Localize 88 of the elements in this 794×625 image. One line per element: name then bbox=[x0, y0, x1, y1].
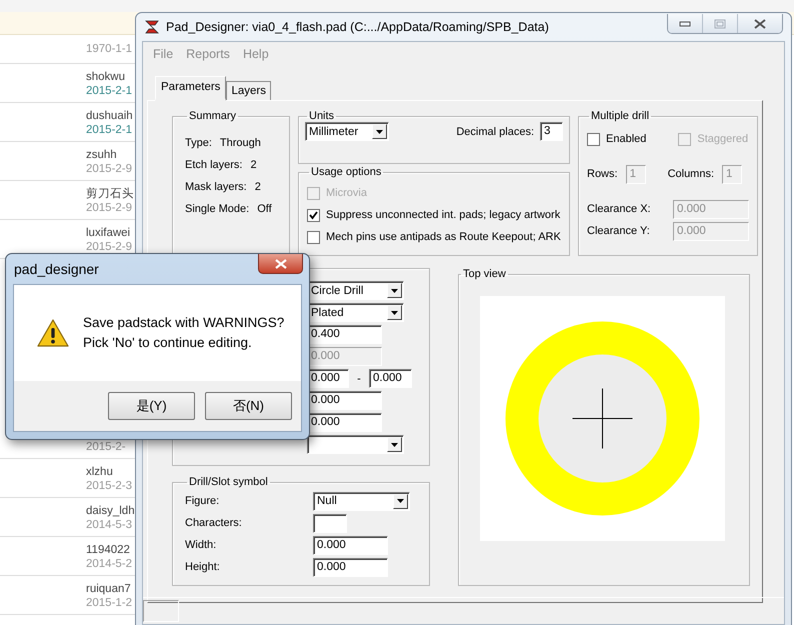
field-label: Clearance X: bbox=[587, 203, 652, 215]
checkbox-label: Suppress unconnected int. pads; legacy artwork bbox=[326, 209, 560, 221]
caret-icon bbox=[391, 310, 398, 314]
caret-icon bbox=[391, 288, 398, 292]
field-label: Height: bbox=[185, 561, 221, 573]
input-field[interactable]: 0.000 bbox=[313, 536, 388, 554]
field-label: Rows: bbox=[587, 168, 618, 180]
summary-value: Through bbox=[220, 137, 261, 149]
input-field[interactable]: 0.000 bbox=[369, 369, 412, 388]
window-title: Pad_Designer: via0_4_flash.pad (C:.../AppData/Roaming/SPB_Data) bbox=[166, 20, 549, 34]
close-icon bbox=[754, 18, 766, 28]
dropdown[interactable] bbox=[307, 435, 404, 454]
checkbox-label: Mech pins use antipads as Route Keepout; ARK bbox=[326, 231, 561, 243]
dropdown[interactable]: Null bbox=[313, 492, 410, 510]
user-name[interactable]: 剪刀石头 bbox=[86, 188, 134, 200]
dropdown[interactable]: Circle Drill bbox=[307, 281, 404, 300]
user-name[interactable]: shokwu bbox=[86, 71, 125, 83]
summary-value: Off bbox=[257, 203, 272, 215]
input-field[interactable] bbox=[313, 514, 347, 532]
summary-value: 2 bbox=[254, 181, 261, 193]
field-label: Characters: bbox=[185, 517, 243, 529]
summary-label: Etch layers: bbox=[185, 159, 242, 171]
minimize-icon bbox=[679, 20, 691, 26]
post-date: 2015-2-9 bbox=[86, 162, 134, 176]
minimize-button[interactable] bbox=[668, 14, 702, 33]
post-date: 2015-2-1 bbox=[86, 84, 134, 98]
field-label: Columns: bbox=[668, 168, 714, 180]
caret-icon bbox=[376, 130, 383, 134]
group-title: Units bbox=[308, 110, 336, 122]
user-name[interactable]: luxifawei bbox=[86, 227, 130, 239]
group-title: Top view bbox=[462, 268, 507, 280]
group-title: Drill/Slot symbol bbox=[188, 476, 269, 488]
checkbox-label: Microvia bbox=[326, 187, 367, 199]
dialog-button[interactable]: 是(Y) bbox=[108, 392, 195, 420]
post-date: 2014-5-3 bbox=[86, 518, 134, 532]
caret-icon bbox=[397, 499, 404, 503]
group-title: Summary bbox=[188, 110, 238, 122]
dialog-message: Save padstack with WARNINGS? bbox=[83, 314, 284, 332]
user-name[interactable]: xlzhu bbox=[86, 466, 113, 478]
field-label: Clearance Y: bbox=[587, 225, 651, 237]
summary-label: Single Mode: bbox=[185, 203, 250, 215]
range-separator: - bbox=[356, 372, 362, 384]
close-icon bbox=[274, 258, 286, 268]
tab[interactable]: Parameters bbox=[155, 76, 226, 101]
summary-value: 2 bbox=[250, 159, 257, 171]
user-name[interactable]: dushuaih bbox=[86, 110, 133, 122]
checkbox-label: Staggered bbox=[697, 133, 748, 145]
input-field[interactable]: 0.000 bbox=[313, 558, 388, 576]
post-date: 2014-5-2 bbox=[86, 557, 134, 571]
close-button[interactable] bbox=[258, 254, 303, 274]
input-field[interactable]: 0.000 bbox=[307, 369, 349, 388]
post-date: 2015-2-3 bbox=[86, 479, 134, 493]
user-name[interactable]: 1194022 bbox=[86, 544, 130, 556]
post-date: 1970-1-1 bbox=[86, 42, 134, 56]
field-label: Decimal places: bbox=[456, 126, 534, 138]
warning-icon bbox=[37, 319, 69, 347]
app-icon bbox=[144, 19, 160, 35]
caret-icon bbox=[391, 442, 398, 446]
checkbox[interactable] bbox=[587, 132, 600, 146]
post-date: 2015-2-9 bbox=[86, 240, 134, 254]
group-title: Usage options bbox=[310, 166, 382, 178]
checkbox-label: Enabled bbox=[606, 133, 646, 145]
field-label: Figure: bbox=[185, 495, 220, 507]
dialog-title: pad_designer bbox=[13, 260, 100, 279]
dialog-button[interactable]: 否(N) bbox=[205, 392, 292, 420]
post-date: 2015-2-1 bbox=[86, 123, 134, 137]
checkbox[interactable] bbox=[307, 208, 320, 222]
post-date: 2015-2- bbox=[86, 440, 127, 454]
user-name[interactable]: zsuhh bbox=[86, 149, 117, 161]
dialog-message: Pick 'No' to continue editing. bbox=[83, 334, 253, 352]
input-field[interactable]: 0.400 bbox=[307, 325, 382, 344]
tab[interactable]: Layers bbox=[226, 81, 271, 100]
maximize-icon bbox=[714, 18, 726, 28]
post-date: 2015-1-2 bbox=[86, 596, 134, 610]
input-field[interactable]: 0.000 bbox=[307, 413, 382, 432]
post-date: 2015-2-9 bbox=[86, 201, 134, 215]
group-title: Multiple drill bbox=[590, 110, 650, 122]
user-name[interactable]: ruiquan7 bbox=[86, 583, 131, 595]
checkbox[interactable] bbox=[307, 230, 320, 244]
dropdown[interactable]: Plated bbox=[307, 303, 404, 322]
input-field[interactable]: 3 bbox=[540, 122, 563, 141]
field-label: Width: bbox=[185, 539, 218, 551]
user-name[interactable]: daisy_ldh bbox=[86, 505, 135, 517]
input-field[interactable]: 0.000 bbox=[307, 391, 382, 410]
summary-label: Type: bbox=[185, 137, 212, 149]
dropdown[interactable]: Millimeter bbox=[305, 122, 389, 141]
close-button[interactable] bbox=[737, 14, 782, 33]
summary-label: Mask layers: bbox=[185, 181, 247, 193]
